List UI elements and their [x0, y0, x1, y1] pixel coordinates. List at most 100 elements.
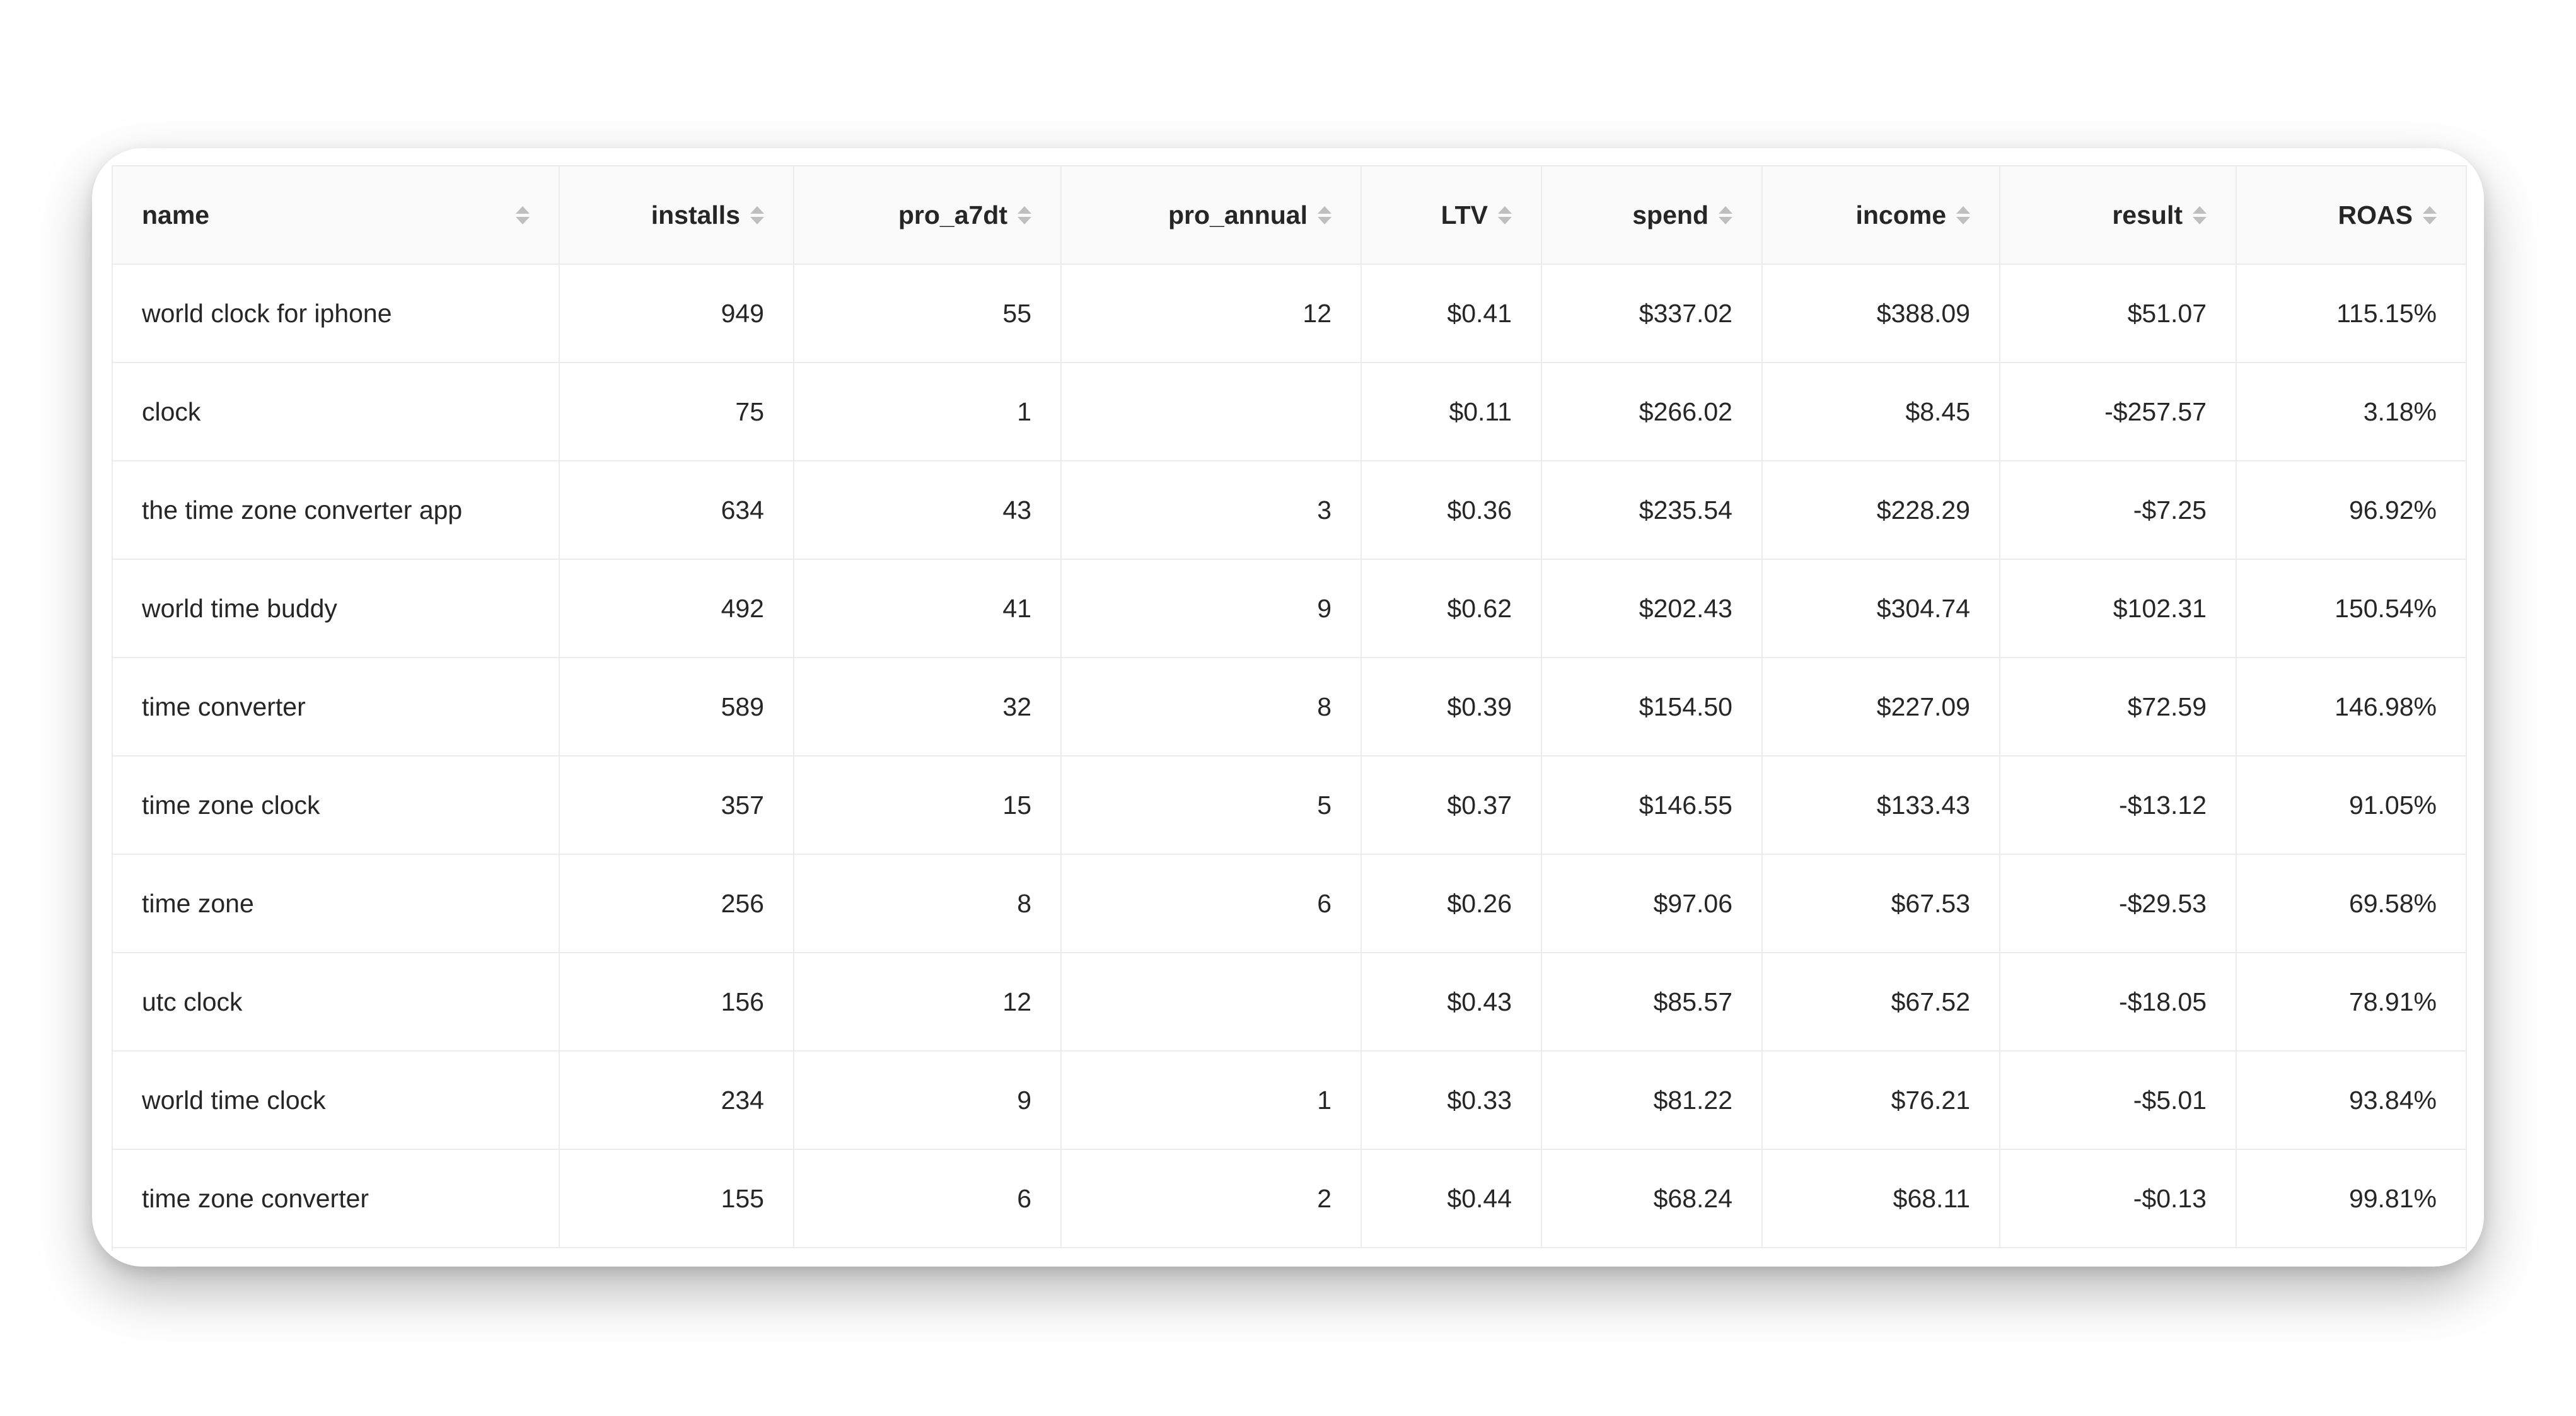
column-header-content: installs [589, 200, 764, 230]
cell-pro-annual: 5 [1061, 756, 1362, 855]
cell-result: $51.07 [2000, 264, 2237, 363]
table-row[interactable]: the time zone converter app 634 43 3 $0.36 $2… [113, 461, 2466, 560]
keywords-table: name installs pro_a7dt pro_annual LTV spend in… [113, 166, 2466, 1248]
sort-descending-icon[interactable] [2193, 216, 2207, 224]
table-row[interactable]: time zone 256 8 6 $0.26 $97.06 $67.53 -$29.53 69… [113, 854, 2466, 953]
sort-icon[interactable] [1956, 206, 1970, 224]
sort-icon[interactable] [1719, 206, 1732, 224]
sort-descending-icon[interactable] [1719, 216, 1732, 224]
cell-pro-annual: 3 [1061, 461, 1362, 560]
table-row[interactable]: utc clock 156 12 $0.43 $85.57 $67.52 -$18.05 78… [113, 953, 2466, 1052]
sort-ascending-icon[interactable] [1719, 206, 1732, 214]
cell-roas: 69.58% [2236, 854, 2466, 953]
cell-installs: 949 [559, 264, 794, 363]
cell-name: time zone clock [113, 756, 560, 855]
cell-ltv: $0.41 [1361, 264, 1542, 363]
cell-income: $76.21 [1762, 1051, 2000, 1150]
cell-income: $68.11 [1762, 1149, 2000, 1248]
cell-spend: $337.02 [1541, 264, 1763, 363]
cell-pro-a7dt: 6 [794, 1149, 1062, 1248]
cell-ltv: $0.44 [1361, 1149, 1542, 1248]
cell-ltv: $0.37 [1361, 756, 1542, 855]
column-header-pro-annual[interactable]: pro_annual [1061, 166, 1362, 265]
sort-descending-icon[interactable] [1498, 216, 1512, 224]
cell-income: $304.74 [1762, 559, 2000, 658]
cell-installs: 589 [559, 658, 794, 757]
cell-roas: 78.91% [2236, 953, 2466, 1052]
sort-descending-icon[interactable] [1018, 216, 1031, 224]
sort-icon[interactable] [2193, 206, 2207, 224]
cell-ltv: $0.62 [1361, 559, 1542, 658]
sort-ascending-icon[interactable] [1498, 206, 1512, 214]
sort-ascending-icon[interactable] [1318, 206, 1332, 214]
sort-ascending-icon[interactable] [1018, 206, 1031, 214]
cell-ltv: $0.33 [1361, 1051, 1542, 1150]
cell-income: $388.09 [1762, 264, 2000, 363]
column-header-spend[interactable]: spend [1541, 166, 1763, 265]
column-header-content: spend [1571, 200, 1732, 230]
sort-descending-icon[interactable] [1318, 216, 1332, 224]
cell-roas: 115.15% [2236, 264, 2466, 363]
column-header-income[interactable]: income [1762, 166, 2000, 265]
sort-icon[interactable] [1018, 206, 1031, 224]
column-header-label: name [142, 200, 210, 229]
cell-ltv: $0.36 [1361, 461, 1542, 560]
cell-roas: 93.84% [2236, 1051, 2466, 1150]
table-card: name installs pro_a7dt pro_annual LTV spend in… [92, 148, 2484, 1267]
sort-icon[interactable] [1318, 206, 1332, 224]
cell-roas: 91.05% [2236, 756, 2466, 855]
cell-income: $133.43 [1762, 756, 2000, 855]
sort-descending-icon[interactable] [750, 216, 764, 224]
column-header-label: result [2112, 200, 2183, 229]
cell-name: time zone converter [113, 1149, 560, 1248]
table-row[interactable]: time zone converter 155 6 2 $0.44 $68.24 $68.1… [113, 1149, 2466, 1248]
table-row[interactable]: time zone clock 357 15 5 $0.37 $146.55 $133.43… [113, 756, 2466, 855]
cell-installs: 492 [559, 559, 794, 658]
cell-name: world clock for iphone [113, 264, 560, 363]
cell-roas: 150.54% [2236, 559, 2466, 658]
cell-pro-a7dt: 32 [794, 658, 1062, 757]
cell-name: time zone [113, 854, 560, 953]
table-row[interactable]: world clock for iphone 949 55 12 $0.41 $337.0… [113, 264, 2466, 363]
sort-ascending-icon[interactable] [1956, 206, 1970, 214]
data-table-container[interactable]: name installs pro_a7dt pro_annual LTV spend in… [112, 165, 2467, 1251]
cell-pro-a7dt: 55 [794, 264, 1062, 363]
cell-income: $227.09 [1762, 658, 2000, 757]
sort-icon[interactable] [750, 206, 764, 224]
sort-icon[interactable] [516, 206, 530, 224]
cell-pro-a7dt: 43 [794, 461, 1062, 560]
column-header-name[interactable]: name [113, 166, 560, 265]
cell-roas: 96.92% [2236, 461, 2466, 560]
column-header-result[interactable]: result [2000, 166, 2237, 265]
column-header-ltv[interactable]: LTV [1361, 166, 1542, 265]
sort-icon[interactable] [1498, 206, 1512, 224]
sort-descending-icon[interactable] [2423, 216, 2437, 224]
cell-roas: 146.98% [2236, 658, 2466, 757]
cell-pro-a7dt: 12 [794, 953, 1062, 1052]
column-header-installs[interactable]: installs [559, 166, 794, 265]
table-row[interactable]: world time clock 234 9 1 $0.33 $81.22 $76.21 -$… [113, 1051, 2466, 1150]
sort-ascending-icon[interactable] [2423, 206, 2437, 214]
column-header-roas[interactable]: ROAS [2236, 166, 2466, 265]
column-header-pro-a7dt[interactable]: pro_a7dt [794, 166, 1062, 265]
sort-ascending-icon[interactable] [2193, 206, 2207, 214]
cell-name: the time zone converter app [113, 461, 560, 560]
cell-spend: $97.06 [1541, 854, 1763, 953]
column-header-label: spend [1632, 200, 1709, 229]
sort-descending-icon[interactable] [516, 216, 530, 224]
sort-icon[interactable] [2423, 206, 2437, 224]
cell-result: -$13.12 [2000, 756, 2237, 855]
column-header-content: pro_a7dt [823, 200, 1031, 230]
sort-ascending-icon[interactable] [516, 206, 530, 214]
table-row[interactable]: world time buddy 492 41 9 $0.62 $202.43 $304.7… [113, 559, 2466, 658]
column-header-content: name [142, 200, 530, 230]
cell-roas: 3.18% [2236, 363, 2466, 461]
column-header-label: installs [651, 200, 740, 229]
sort-descending-icon[interactable] [1956, 216, 1970, 224]
cell-pro-annual: 2 [1061, 1149, 1362, 1248]
table-row[interactable]: clock 75 1 $0.11 $266.02 $8.45 -$257.57 3.18% [113, 363, 2466, 461]
table-row[interactable]: time converter 589 32 8 $0.39 $154.50 $227.09 $… [113, 658, 2466, 757]
cell-spend: $266.02 [1541, 363, 1763, 461]
cell-pro-a7dt: 1 [794, 363, 1062, 461]
sort-ascending-icon[interactable] [750, 206, 764, 214]
